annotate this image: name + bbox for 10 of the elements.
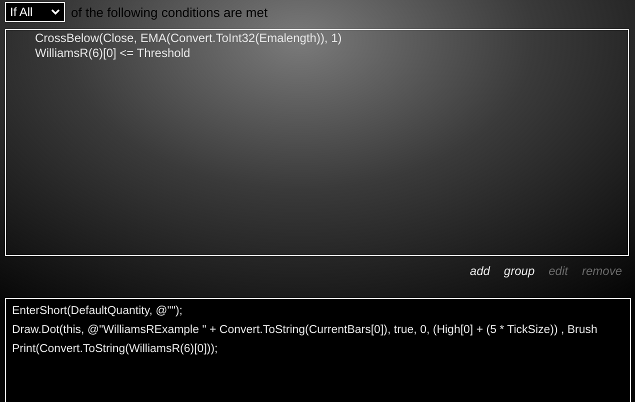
chevron-down-icon xyxy=(51,9,60,16)
action-line[interactable]: Draw.Dot(this, @"WilliamsRExample " + Convert.ToString(CurrentBars[0]), true, 0, (High[0] + (5 * TickSize)) , Brush xyxy=(12,321,598,340)
match-label: of the following conditions are met xyxy=(71,4,268,20)
action-link[interactable]: add xyxy=(470,264,490,278)
action-line[interactable]: Print(Convert.ToString(WilliamsR(6)[0])); xyxy=(12,340,218,360)
action-link[interactable]: group xyxy=(504,264,535,278)
condition-line[interactable]: CrossBelow(Close, EMA(Convert.ToInt32(Emalength)), 1) xyxy=(35,30,628,46)
match-dropdown[interactable]: If All xyxy=(5,2,65,22)
action-line[interactable]: EnterShort(DefaultQuantity, @""); xyxy=(12,302,182,322)
condition-line[interactable]: WilliamsR(6)[0] <= Threshold xyxy=(35,46,628,61)
